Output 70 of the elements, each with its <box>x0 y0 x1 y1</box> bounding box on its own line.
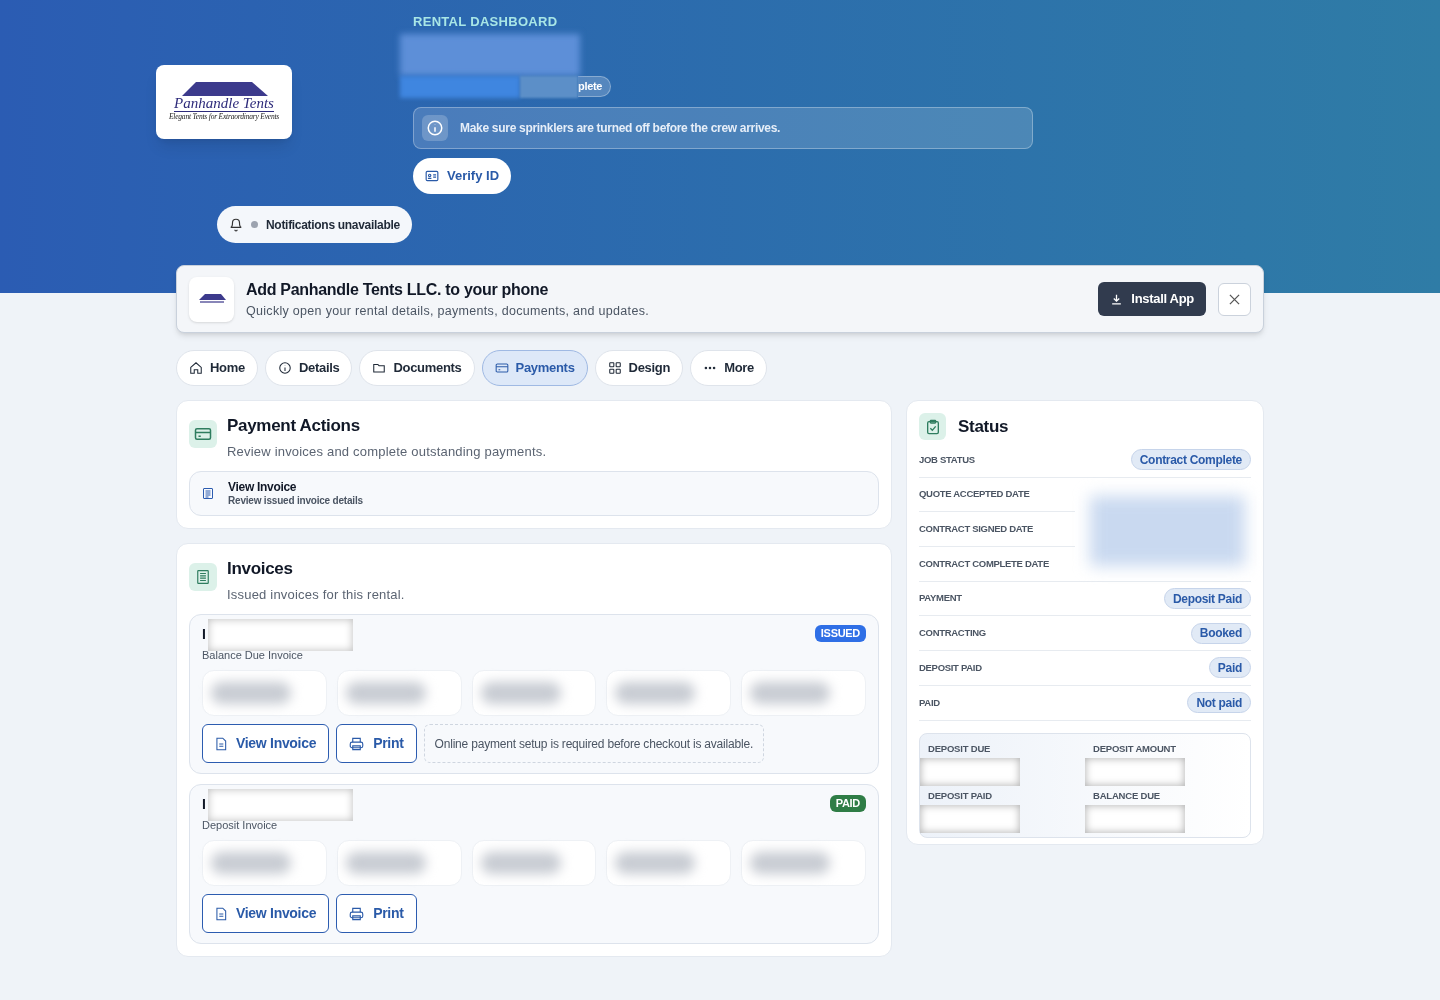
id-card-icon <box>425 169 439 182</box>
status-badge: PAID <box>829 795 866 812</box>
grid-icon <box>607 361 622 375</box>
invoice-title: I <box>202 625 206 644</box>
status-label: PAYMENT <box>919 591 962 606</box>
status-badge: ISSUED <box>814 625 866 642</box>
card-title: Payment Actions <box>227 415 361 437</box>
status-pill: Contract Complete <box>1130 449 1251 471</box>
tab[interactable]: Documents <box>359 350 475 386</box>
status-pill: Not paid <box>1187 692 1251 714</box>
tab[interactable]: More <box>690 350 767 386</box>
print-button[interactable]: Print <box>336 724 417 763</box>
status-pill: Paid <box>1208 657 1251 679</box>
print-button[interactable]: Print <box>336 894 417 933</box>
banner-title: Add Panhandle Tents LLC. to your phone <box>246 279 550 300</box>
status-label: CONTRACTING <box>919 626 986 641</box>
clipboard-check-icon <box>919 413 946 440</box>
logo-name: Panhandle Tents <box>174 96 274 112</box>
notifications-text: Notifications unavailable <box>266 216 400 234</box>
status-label: CONTRACT SIGNED DATE <box>919 522 1034 537</box>
action-subtitle: Review issued invoice details <box>228 494 363 507</box>
invoice-icon <box>189 563 217 591</box>
document-icon <box>215 906 227 921</box>
status-pill: Booked <box>1190 622 1251 644</box>
close-icon <box>1229 293 1240 305</box>
invoice-title: I <box>202 795 206 814</box>
summary-label: BALANCE DUE <box>1093 789 1161 803</box>
payment-note: Online payment setup is required before checkout is available. <box>423 724 765 763</box>
info-icon <box>422 114 448 141</box>
view-invoice-button[interactable]: View Invoice <box>202 894 330 933</box>
action-title: View Invoice <box>228 480 298 494</box>
status-label: JOB STATUS <box>919 452 975 467</box>
invoice-subtitle: Deposit Invoice <box>202 819 279 832</box>
view-invoice-action[interactable]: View Invoice Review issued invoice details <box>189 471 879 516</box>
alert-text: Make sure sprinklers are turned off before the crew arrives. <box>460 119 781 137</box>
status-label: DEPOSIT PAID <box>919 660 982 675</box>
status-badge: plete <box>578 76 612 97</box>
status-label: PAID <box>919 695 940 710</box>
download-icon <box>1110 292 1124 306</box>
banner-subtitle: Quickly open your rental details, payments, documents, and updates. <box>246 302 650 320</box>
invoice-subtitle: Balance Due Invoice <box>202 649 304 662</box>
status-pill: Deposit Paid <box>1163 588 1251 610</box>
bell-icon <box>229 217 243 232</box>
tab[interactable]: Payments <box>481 350 588 386</box>
folder-icon <box>372 361 387 375</box>
install-app-button[interactable]: Install App <box>1098 282 1206 316</box>
summary-label: DEPOSIT AMOUNT <box>1093 741 1177 756</box>
tab[interactable]: Design <box>594 350 684 386</box>
app-logo-icon <box>189 276 234 322</box>
status-label: QUOTE ACCEPTED DATE <box>919 487 1030 502</box>
card-title: Status <box>958 415 1009 438</box>
tab[interactable]: Home <box>176 350 258 386</box>
card-icon <box>189 420 217 448</box>
summary-label: DEPOSIT DUE <box>928 741 992 756</box>
card-icon <box>494 361 509 375</box>
card-subtitle: Review invoices and complete outstanding payments. <box>227 442 547 461</box>
page-eyebrow: RENTAL DASHBOARD <box>413 13 559 31</box>
card-title: Invoices <box>227 558 294 580</box>
document-icon <box>215 736 227 751</box>
status-label: CONTRACT COMPLETE DATE <box>919 556 1049 571</box>
printer-icon <box>349 906 365 921</box>
list-document-icon <box>202 487 214 500</box>
home-icon <box>189 361 203 375</box>
printer-icon <box>349 736 365 751</box>
summary-label: DEPOSIT PAID <box>928 789 993 803</box>
info-icon <box>277 361 292 375</box>
view-invoice-button[interactable]: View Invoice <box>202 724 330 763</box>
card-subtitle: Issued invoices for this rental. <box>227 585 405 604</box>
tab[interactable]: Details <box>264 350 353 386</box>
close-button[interactable] <box>1218 282 1251 316</box>
